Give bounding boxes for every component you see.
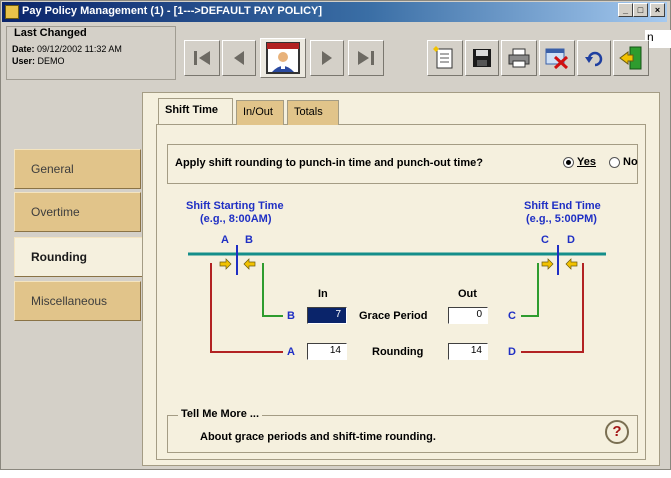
tell-me-more-link[interactable]: About grace periods and shift-time round… [200,431,436,443]
column-in-header: In [318,288,328,300]
rounding-label: Rounding [372,346,424,358]
arrow-b-icon [243,258,256,270]
connector-d [521,263,584,353]
marker-a: A [287,346,295,358]
rounding-out-field[interactable]: 14 [448,343,488,360]
connector-c [521,263,539,317]
arrow-d-icon [565,258,578,270]
arrow-c-icon [541,258,554,270]
rounding-in-field[interactable]: 14 [307,343,347,360]
grace-period-out-field[interactable]: 0 [448,307,488,324]
bottom-margin [0,470,671,478]
connector-a [210,263,283,353]
arrow-a-icon [219,258,232,270]
marker-b: B [287,310,295,322]
rounding-diagram [188,245,606,353]
marker-c: C [508,310,516,322]
grace-period-in-field[interactable]: 7 [307,307,347,324]
connector-b [262,263,283,317]
marker-d: D [508,346,516,358]
tell-me-more-title: Tell Me More ... [178,408,263,420]
column-out-header: Out [458,288,477,300]
help-icon[interactable]: ? [605,420,629,444]
grace-period-label: Grace Period [359,310,428,322]
